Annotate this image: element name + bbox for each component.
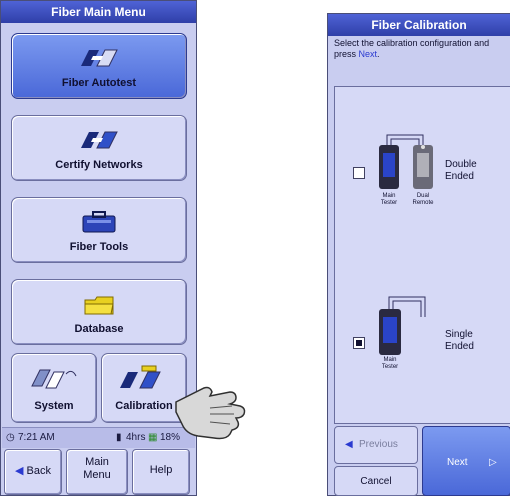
status-time: 7:21 AM — [18, 432, 55, 443]
pointing-hand-icon — [170, 378, 260, 448]
tester-pair-icon — [77, 46, 121, 77]
status-battery-a: 4hrs — [126, 432, 146, 443]
instruction-prefix: Select the calibration configuration and… — [334, 38, 490, 59]
double-main-tester-label: Main Tester — [380, 193, 398, 206]
back-button[interactable]: ◀ Back — [4, 449, 62, 495]
cancel-button[interactable]: Cancel — [334, 466, 418, 496]
double-dual-remote-label: Dual Remote — [412, 193, 434, 206]
single-ended-radio[interactable] — [353, 337, 365, 349]
help-button[interactable]: Help — [132, 449, 190, 495]
fiber-tools-label: Fiber Tools — [69, 241, 129, 253]
system-label: System — [34, 400, 74, 412]
help-label: Help — [149, 464, 173, 476]
fiber-autotest-button[interactable]: Fiber Autotest — [11, 33, 187, 99]
instruction-next-highlight: Next — [358, 49, 378, 59]
double-ended-label: Double Ended — [445, 159, 477, 182]
calibration-icon — [116, 364, 172, 397]
single-ended-label: Single Ended — [445, 329, 474, 352]
instruction-suffix: . — [377, 49, 380, 59]
database-label: Database — [74, 323, 124, 335]
fiber-main-menu-panel: Fiber Main Menu Fiber Autotest Certify N… — [0, 0, 197, 496]
back-arrow-icon: ◀ — [15, 465, 24, 477]
calibration-options: Main Tester Dual Remote Double Ended Mai… — [334, 86, 510, 424]
certify-networks-label: Certify Networks — [55, 159, 143, 171]
main-menu-label: Main Menu — [83, 456, 111, 481]
fiber-calibration-panel: Fiber Calibration Select the calibration… — [327, 13, 510, 496]
next-arrow-icon: ▷ — [489, 457, 497, 468]
next-button[interactable]: Next ▷ — [422, 426, 510, 496]
back-label: Back — [26, 465, 51, 477]
previous-arrow-icon: ◀ — [345, 439, 353, 450]
system-button[interactable]: System — [11, 353, 97, 423]
left-panel-title: Fiber Main Menu — [1, 1, 196, 23]
battery-icon: ▮ — [116, 432, 122, 443]
double-ended-radio[interactable] — [353, 167, 365, 179]
system-devices-icon — [28, 364, 80, 397]
toolbox-icon — [79, 210, 119, 239]
status-bar: ◷ 7:21 AM ▮ 4hrs ▦ 18% — [2, 427, 195, 448]
instruction-text: Select the calibration configuration and… — [334, 38, 506, 60]
single-main-tester-label: Main Tester — [381, 357, 399, 370]
database-button[interactable]: Database — [11, 279, 187, 345]
fiber-tools-button[interactable]: Fiber Tools — [11, 197, 187, 263]
clock-icon: ◷ — [6, 432, 15, 443]
battery-level-icon: ▦ — [148, 432, 158, 443]
cancel-label: Cancel — [360, 476, 392, 487]
previous-button[interactable]: ◀ Previous — [334, 426, 418, 464]
main-menu-button[interactable]: Main Menu — [66, 449, 128, 495]
tester-pair-icon — [77, 128, 121, 159]
next-label: Next — [447, 457, 468, 468]
database-folder-icon — [81, 292, 117, 321]
fiber-autotest-label: Fiber Autotest — [61, 77, 137, 89]
double-ended-devices-icon: Main Tester Dual Remote — [375, 131, 441, 214]
previous-label: Previous — [359, 439, 398, 450]
single-ended-device-icon: Main Tester — [375, 293, 441, 378]
certify-networks-button[interactable]: Certify Networks — [11, 115, 187, 181]
right-panel-title: Fiber Calibration — [328, 14, 510, 36]
